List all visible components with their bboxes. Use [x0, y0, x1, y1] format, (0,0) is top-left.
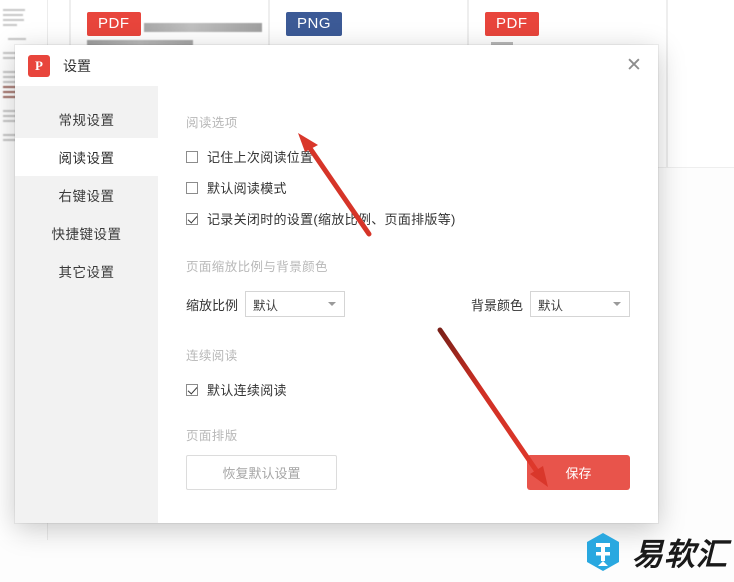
checkbox-default-continuous-reading[interactable]: 默认连续阅读 — [186, 380, 630, 399]
sidebar-item-label: 右键设置 — [59, 185, 115, 205]
settings-sidebar: 常规设置 阅读设置 右键设置 快捷键设置 其它设置 — [15, 86, 158, 523]
group-title-page-layout: 页面排版 — [186, 425, 630, 444]
checkbox-box[interactable] — [186, 384, 198, 396]
checkbox-label: 默认连续阅读 — [207, 380, 287, 399]
checkbox-remember-last-position[interactable]: 记住上次阅读位置 — [186, 147, 630, 166]
dialog-footer: 恢复默认设置 保存 — [186, 455, 630, 490]
checkbox-label: 记住上次阅读位置 — [207, 147, 313, 166]
file-title-text — [144, 23, 262, 32]
checkbox-label: 记录关闭时的设置(缩放比例、页面排版等) — [207, 209, 456, 228]
zoom-ratio-label: 缩放比例 — [186, 295, 238, 314]
group-title-zoom-and-background: 页面缩放比例与背景颜色 — [186, 256, 630, 275]
png-badge-icon: PNG — [286, 12, 342, 36]
zoom-and-background-row: 缩放比例 默认 背景颜色 默认 — [186, 291, 630, 317]
restore-defaults-button[interactable]: 恢复默认设置 — [186, 455, 337, 490]
group-title-continuous-reading: 连续阅读 — [186, 345, 630, 364]
close-icon[interactable]: ✕ — [620, 52, 648, 78]
sidebar-item-label: 阅读设置 — [59, 147, 115, 167]
dialog-title-bar: P 设置 ✕ — [15, 45, 658, 86]
sidebar-item-label: 其它设置 — [59, 261, 115, 281]
sidebar-item-label: 快捷键设置 — [52, 223, 122, 243]
zoom-ratio-select[interactable]: 默认 — [245, 291, 345, 317]
sidebar-item-reading[interactable]: 阅读设置 — [15, 138, 158, 176]
sidebar-item-shortcuts[interactable]: 快捷键设置 — [15, 214, 158, 252]
checkbox-record-settings-on-close[interactable]: 记录关闭时的设置(缩放比例、页面排版等) — [186, 209, 630, 228]
pdf-badge-icon: PDF — [87, 12, 141, 36]
zoom-ratio-value: 默认 — [253, 295, 278, 314]
watermark-text: 易软汇 — [632, 529, 728, 574]
sidebar-item-general[interactable]: 常规设置 — [15, 100, 158, 138]
watermark: 易软汇 — [583, 529, 728, 574]
background-color-select[interactable]: 默认 — [530, 291, 630, 317]
checkbox-default-reading-mode[interactable]: 默认阅读模式 — [186, 178, 630, 197]
dialog-title: 设置 — [63, 56, 91, 76]
chevron-down-icon — [613, 302, 621, 306]
settings-dialog: P 设置 ✕ 常规设置 阅读设置 右键设置 快捷键设置 其它设置 阅读选项 — [15, 45, 658, 523]
checkbox-box[interactable] — [186, 182, 198, 194]
background-color-value: 默认 — [538, 295, 563, 314]
app-logo-icon: P — [28, 55, 50, 77]
background-color-label: 背景颜色 — [471, 295, 523, 314]
file-card[interactable] — [667, 0, 734, 168]
checkbox-box[interactable] — [186, 213, 198, 225]
pdf-badge-icon: PDF — [485, 12, 539, 36]
save-button[interactable]: 保存 — [527, 455, 630, 490]
checkbox-box[interactable] — [186, 151, 198, 163]
group-title-reading-options: 阅读选项 — [186, 112, 630, 131]
brand-logo-icon — [583, 531, 623, 573]
sidebar-item-other[interactable]: 其它设置 — [15, 252, 158, 290]
dialog-body: 常规设置 阅读设置 右键设置 快捷键设置 其它设置 阅读选项 记住上次阅读位置 — [15, 86, 658, 523]
sidebar-item-right-click[interactable]: 右键设置 — [15, 176, 158, 214]
settings-content-pane: 阅读选项 记住上次阅读位置 默认阅读模式 记录关闭时的设置(缩放比例、页面排版等… — [158, 86, 658, 523]
chevron-down-icon — [328, 302, 336, 306]
sidebar-item-label: 常规设置 — [59, 109, 115, 129]
checkbox-label: 默认阅读模式 — [207, 178, 287, 197]
